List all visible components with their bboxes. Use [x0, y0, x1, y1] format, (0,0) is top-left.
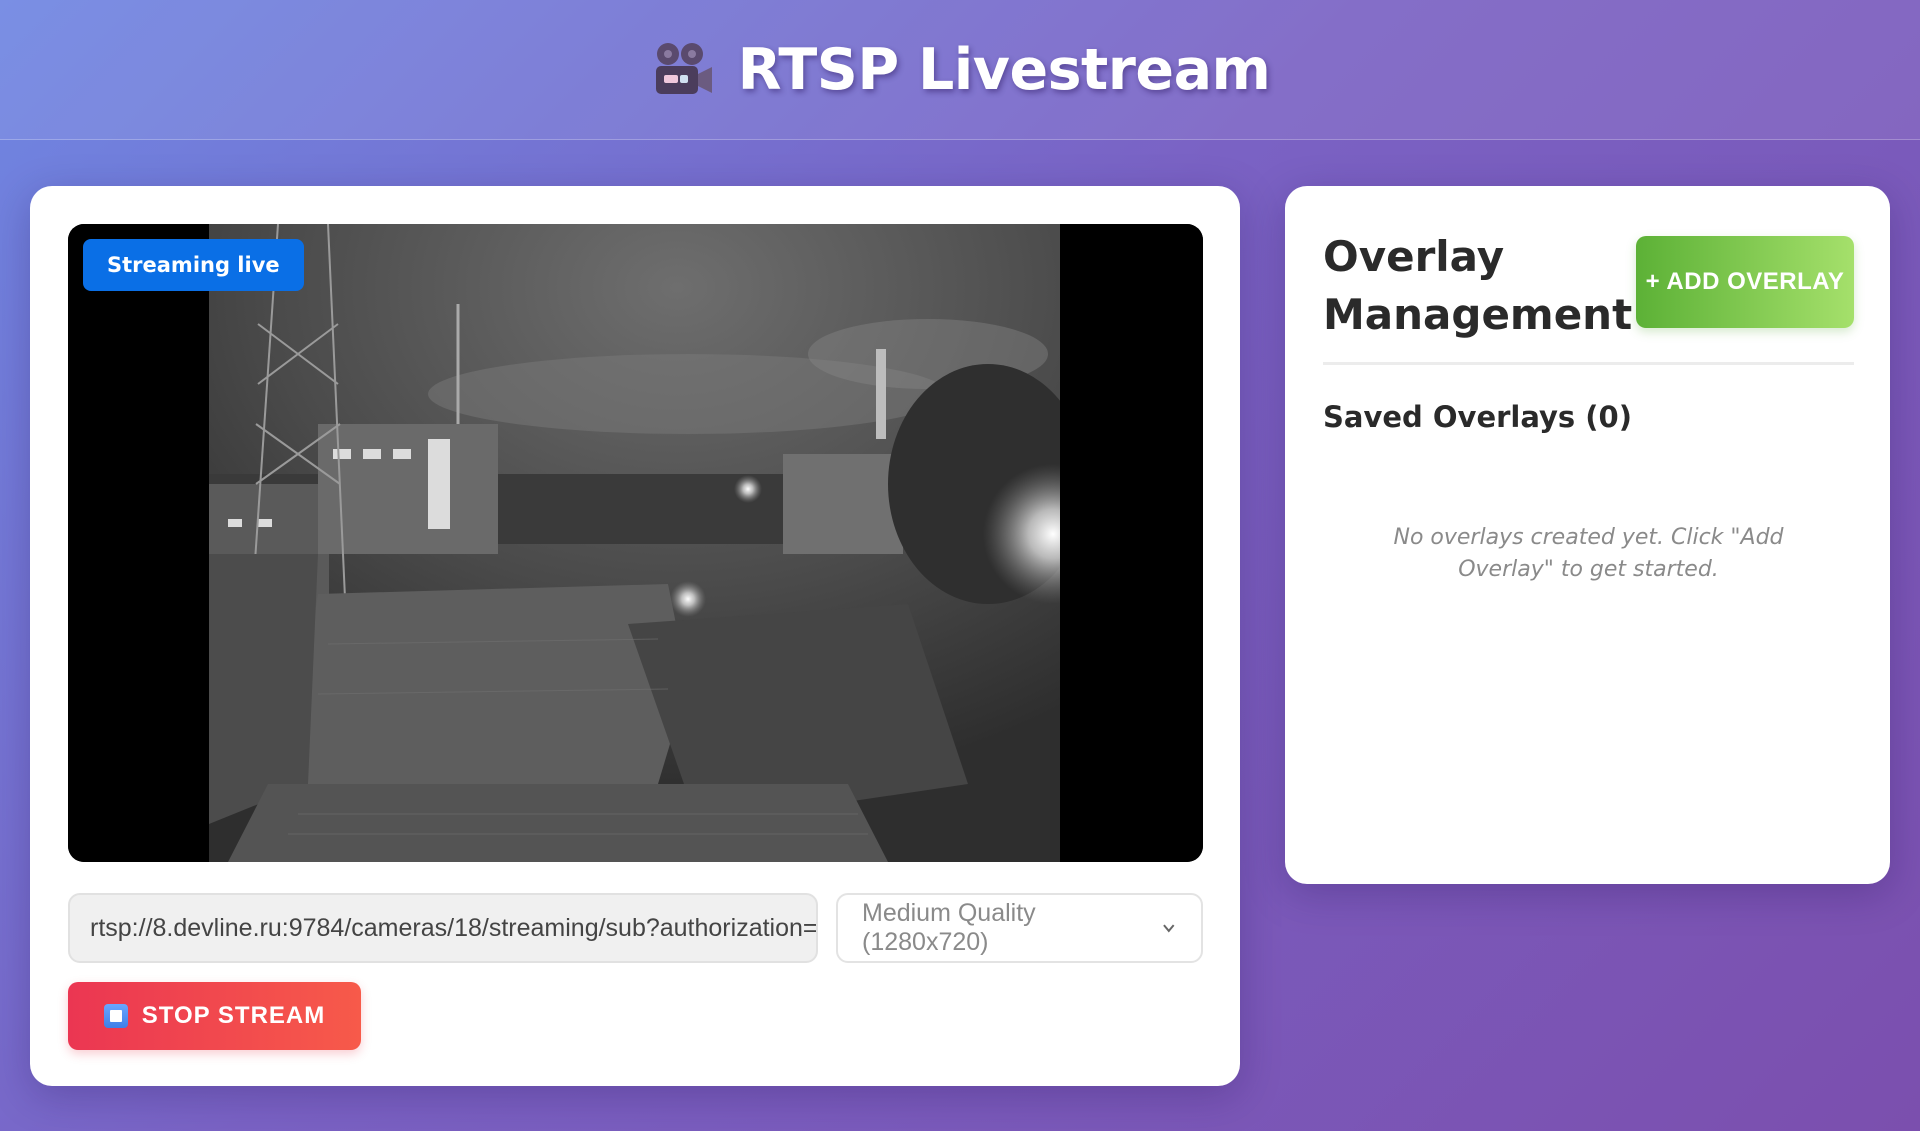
quality-selected-value: Medium Quality (1280x720) [862, 899, 1036, 956]
video-player[interactable]: Streaming live [68, 224, 1203, 862]
stop-stream-label: STOP STREAM [141, 1002, 326, 1029]
stop-icon [103, 1004, 128, 1028]
stream-url-input[interactable]: rtsp://8.devline.ru:9784/cameras/18/stre… [68, 893, 818, 963]
saved-overlays-heading: Saved Overlays (0) [1323, 400, 1632, 434]
quality-select[interactable]: Medium Quality (1280x720) [836, 893, 1203, 963]
page-title: RTSP Livestream [737, 36, 1271, 103]
chevron-down-icon [1163, 924, 1175, 933]
stream-url-value: rtsp://8.devline.ru:9784/cameras/18/stre… [90, 913, 818, 942]
video-frame-image [68, 224, 1203, 862]
empty-overlays-message: No overlays created yet. Click "Add Over… [1393, 525, 1784, 582]
add-overlay-button[interactable]: + ADD OVERLAY [1636, 236, 1854, 328]
streaming-status-badge: Streaming live [83, 239, 304, 291]
divider [1323, 362, 1854, 365]
app-header: RTSP Livestream [0, 0, 1920, 140]
video-panel: Streaming live rtsp://8.devline.ru:9784/… [30, 186, 1240, 1086]
overlay-panel-title: Overlay Management [1323, 232, 1633, 339]
movie-camera-icon [655, 42, 712, 94]
stop-stream-button[interactable]: STOP STREAM [68, 982, 361, 1050]
overlay-management-panel: Overlay Management + ADD OVERLAY Saved O… [1285, 186, 1890, 884]
